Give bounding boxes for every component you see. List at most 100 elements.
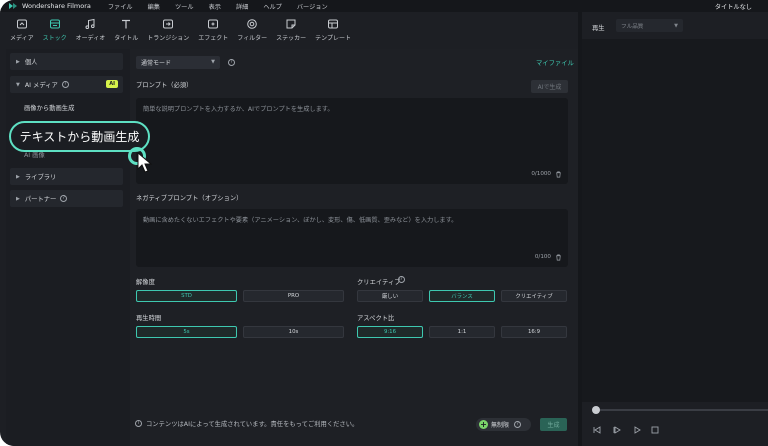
sidebar-item-label: AI メディア — [24, 82, 58, 89]
tab-stock-label: ストック — [42, 35, 67, 42]
preview-label: 再生 — [592, 25, 605, 32]
duration-5s-option[interactable]: 5s — [136, 326, 237, 338]
play-icon[interactable] — [632, 425, 642, 435]
resolution-label: 解像度 — [136, 279, 155, 286]
sidebar-item-image-to-video[interactable]: 画像から動画生成 — [24, 103, 74, 112]
scrub-track[interactable] — [595, 409, 768, 411]
tab-sticker-label: ステッカー — [276, 35, 307, 42]
sticker-icon — [286, 19, 296, 29]
tab-transition[interactable]: トランジション — [147, 12, 189, 42]
tab-template[interactable]: テンプレート — [315, 12, 351, 42]
creative-balance-option[interactable]: バランス — [429, 290, 495, 302]
callout-label: テキストから動画生成 — [19, 130, 140, 144]
menu-advanced[interactable]: 詳細 — [236, 2, 248, 11]
aspect-9-16-option[interactable]: 9:16 — [357, 326, 423, 338]
negative-prompt-textarea[interactable]: 動画に含めたくないエフェクトや要素（アニメーション、ぼかし、変形、傷、低画質、歪… — [136, 209, 568, 267]
resolution-std-option[interactable]: STD — [136, 290, 237, 302]
my-files-link[interactable]: マイファイル — [536, 58, 574, 67]
menu-tools[interactable]: ツール — [175, 2, 194, 11]
prompt-counter: 0/1000 — [531, 171, 551, 177]
tab-media-label: メディア — [10, 35, 34, 42]
caret-right-icon: ▶ — [16, 195, 20, 202]
quality-select[interactable]: フル品質 ▼ — [616, 19, 683, 32]
negative-prompt-label: ネガティブプロンプト（オプション） — [136, 195, 243, 202]
plus-icon: + — [479, 420, 488, 429]
tab-filter[interactable]: フィルター — [237, 12, 267, 42]
left-panel: ▶ 個人 ▼ AI メディア ? AI 画像から動画生成 AI 画像 ▶ ライブ… — [6, 49, 130, 446]
aspect-16-9-option[interactable]: 16:9 — [501, 326, 567, 338]
project-title: タイトルなし — [714, 4, 752, 11]
footer-disclaimer: i コンテンツはAIによって生成されています。責任をもってご利用ください。 — [135, 419, 358, 428]
tab-audio[interactable]: オーディオ — [75, 12, 106, 42]
mode-select-value: 通常モード — [141, 60, 172, 67]
ai-badge: AI — [106, 80, 118, 88]
creative-label: クリエイティブ — [357, 279, 401, 286]
info-icon: i — [135, 420, 142, 427]
media-icon — [16, 19, 27, 29]
tab-media[interactable]: メディア — [10, 12, 34, 42]
sidebar-item-library[interactable]: ▶ ライブラリ — [10, 168, 123, 185]
menu-edit[interactable]: 編集 — [148, 2, 160, 11]
sidebar-item-label: パートナー — [24, 196, 57, 203]
sidebar-item-ai-media[interactable]: ▼ AI メディア ? AI — [10, 76, 123, 93]
trash-icon[interactable] — [555, 171, 562, 178]
tab-effect[interactable]: エフェクト — [198, 12, 228, 42]
filter-icon — [247, 19, 257, 29]
aspect-ratio-label: アスペクト比 — [357, 315, 395, 322]
help-icon[interactable]: ? — [61, 81, 69, 88]
text-to-video-panel: 通常モード ▼ ? マイファイル プロンプト（必須） AIで生成 簡単な説明プロ… — [130, 49, 578, 446]
tab-transition-label: トランジション — [147, 35, 190, 42]
footer-disclaimer-text: コンテンツはAIによって生成されています。責任をもってご利用ください。 — [146, 421, 359, 428]
text-to-video-callout[interactable]: テキストから動画生成 — [9, 121, 150, 152]
tab-stock[interactable]: ストック — [43, 12, 67, 42]
help-icon[interactable]: ? — [398, 276, 405, 283]
transition-icon — [163, 19, 174, 29]
duration-10s-option[interactable]: 10s — [243, 326, 344, 338]
creative-creative-option[interactable]: クリエイティブ — [501, 290, 567, 302]
menu-view[interactable]: 表示 — [209, 2, 221, 11]
help-icon[interactable]: ? — [228, 59, 235, 66]
resolution-pro-option[interactable]: PRO — [243, 290, 344, 302]
help-icon[interactable]: ? — [514, 421, 522, 428]
tab-title[interactable]: タイトル — [114, 12, 138, 42]
creative-strict-option[interactable]: 厳しい — [357, 290, 423, 302]
menu-version[interactable]: バージョン — [297, 2, 328, 11]
tab-sticker[interactable]: ステッカー — [276, 12, 306, 42]
sidebar-item-partner[interactable]: ▶ パートナー ? — [10, 190, 123, 207]
caret-right-icon: ▶ — [16, 58, 20, 65]
stop-icon[interactable] — [650, 425, 660, 435]
caret-down-icon: ▼ — [16, 81, 20, 88]
aspect-1-1-option[interactable]: 1:1 — [429, 326, 495, 338]
sidebar-item-label: 個人 — [24, 59, 38, 66]
ai-generate-prompt-button[interactable]: AIで生成 — [531, 80, 568, 93]
filmora-window: Wondershare Filmora ファイル 編集 ツール 表示 詳細 ヘル… — [0, 0, 768, 446]
preview-panel: 再生 フル品質 ▼ — [582, 12, 768, 446]
chevron-down-icon: ▼ — [211, 59, 215, 65]
tab-audio-label: オーディオ — [75, 35, 106, 42]
effect-icon — [208, 19, 219, 29]
app-name: Wondershare Filmora — [22, 2, 91, 10]
unlimited-button[interactable]: + 無制限 ? — [476, 418, 531, 431]
trash-icon[interactable] — [555, 254, 562, 261]
preview-screen — [582, 39, 768, 402]
step-back-icon[interactable] — [612, 425, 622, 435]
audio-icon — [85, 18, 96, 29]
help-icon[interactable]: ? — [60, 195, 68, 202]
sidebar-item-personal[interactable]: ▶ 個人 — [10, 53, 123, 70]
tab-title-label: タイトル — [114, 35, 139, 42]
chevron-down-icon: ▼ — [674, 22, 678, 29]
quality-select-value: フル品質 — [621, 23, 644, 30]
prompt-textarea[interactable]: 簡単な説明プロンプトを入力するか、AIでプロンプトを生成します。 0/1000 — [136, 98, 568, 184]
menu-file[interactable]: ファイル — [108, 2, 133, 11]
caret-right-icon: ▶ — [16, 173, 20, 180]
menu-help[interactable]: ヘルプ — [263, 2, 282, 11]
mode-select[interactable]: 通常モード ▼ — [136, 56, 220, 69]
prompt-placeholder: 簡単な説明プロンプトを入力するか、AIでプロンプトを生成します。 — [143, 106, 334, 113]
unlimited-button-label: 無制限 — [491, 422, 510, 429]
stock-icon — [49, 19, 60, 29]
title-icon — [122, 19, 131, 29]
scrub-handle[interactable] — [592, 406, 600, 414]
template-icon — [328, 19, 339, 29]
generate-button[interactable]: 生成 — [540, 418, 567, 431]
previous-frame-icon[interactable] — [592, 425, 602, 435]
